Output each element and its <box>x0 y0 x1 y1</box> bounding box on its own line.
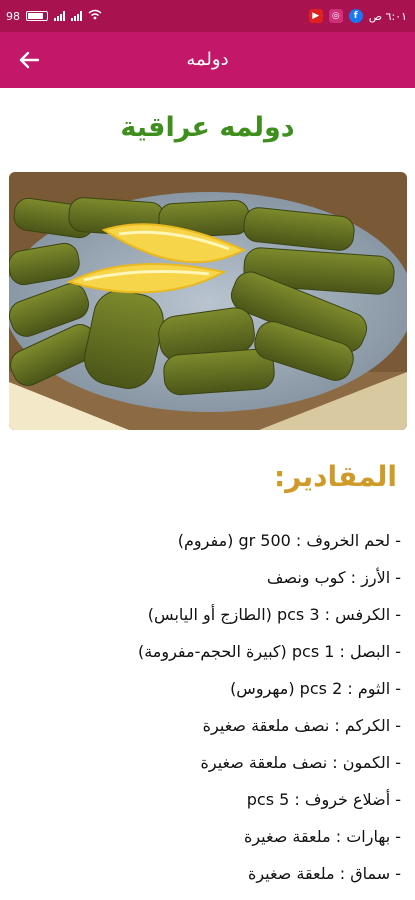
toolbar-title: دولمه <box>186 49 229 70</box>
ingredients-heading: المقادير: <box>273 460 397 493</box>
ingredient-item: - الكرفس : 3 pcs (الطازج أو اليابس) <box>147 605 401 624</box>
signal-icon-2 <box>71 11 82 21</box>
dish-photo <box>9 172 407 430</box>
signal-icon <box>54 11 65 21</box>
recipe-title: دولمه عراقية <box>120 112 295 143</box>
instagram-icon: ◎ <box>328 9 343 23</box>
ingredient-item: - الأرز : كوب ونصف <box>266 568 401 587</box>
ingredient-item: - أضلاع خروف : 5 pcs <box>246 790 401 809</box>
ingredient-item: - البصل : 1 pcs (كبيرة الحجم-مفرومة) <box>137 642 401 661</box>
ingredient-item: - الثوم : 2 pcs (مهروس) <box>230 679 401 698</box>
status-time: ٦:٠١ ص <box>368 9 407 23</box>
ingredient-item: - بهارات : ملعقة صغيرة <box>243 827 401 846</box>
wifi-icon <box>88 9 102 23</box>
ingredients-list: - لحم الخروف : 500 gr (مفروم) - الأرز : … <box>16 530 401 900</box>
status-bar: 98 ▶ ◎ f ٦:٠١ ص <box>0 0 415 32</box>
battery-icon <box>26 11 48 21</box>
battery-level: 98 <box>6 9 20 23</box>
ingredient-item: - سماق : ملعقة صغيرة <box>247 864 401 883</box>
status-left: 98 <box>6 9 102 23</box>
youtube-icon: ▶ <box>308 9 323 23</box>
facebook-icon: f <box>348 9 363 23</box>
app-toolbar: دولمه <box>0 32 415 88</box>
ingredient-item: - لحم الخروف : 500 gr (مفروم) <box>177 531 401 550</box>
ingredient-item: - الكركم : نصف ملعقة صغيرة <box>202 716 401 735</box>
ingredient-item: - الكمون : نصف ملعقة صغيرة <box>200 753 401 772</box>
status-right: ▶ ◎ f ٦:٠١ ص <box>308 9 407 23</box>
